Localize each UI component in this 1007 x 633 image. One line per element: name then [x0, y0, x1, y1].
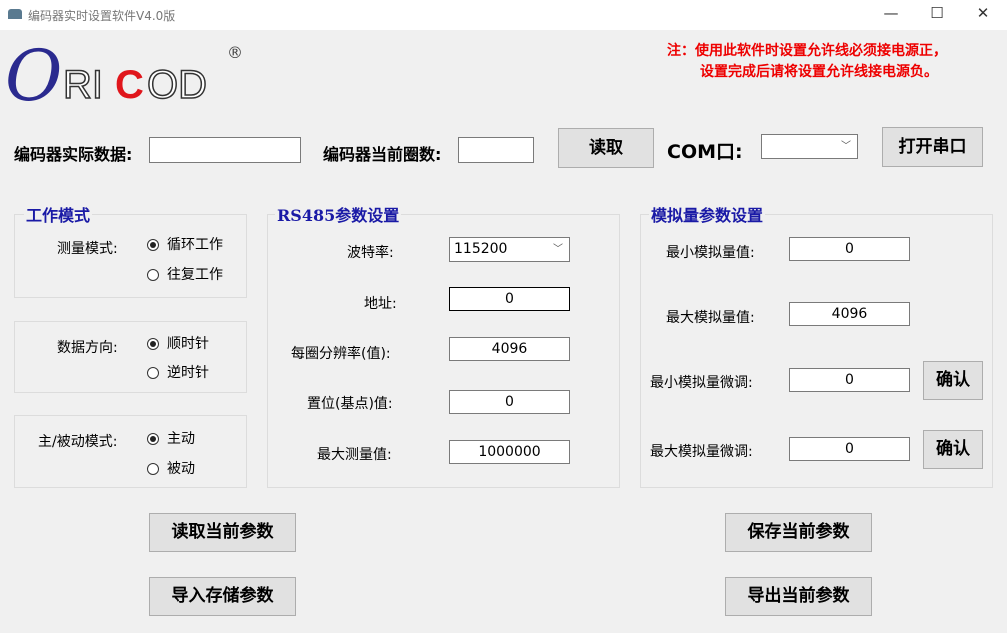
address-input[interactable]: 0 [449, 287, 570, 311]
max-measure-input[interactable]: 1000000 [449, 440, 570, 464]
svg-text:O: O [5, 38, 62, 108]
confirm-max-trim-button[interactable]: 确认 [923, 430, 983, 469]
min-trim-label: 最小模拟量微调: [650, 375, 753, 391]
close-button[interactable]: ✕ [960, 4, 1006, 26]
max-analog-input[interactable]: 4096 [789, 302, 910, 326]
app-icon [8, 9, 22, 19]
confirm-min-trim-button[interactable]: 确认 [923, 361, 983, 400]
rs485-title: RS485参数设置 [275, 202, 402, 226]
work-mode-title: 工作模式 [24, 202, 93, 226]
radio-clockwise[interactable]: 顺时针 [147, 333, 209, 353]
open-port-button[interactable]: 打开串口 [882, 127, 983, 167]
radio-icon [147, 463, 159, 475]
address-label: 地址: [364, 296, 397, 312]
min-analog-label: 最小模拟量值: [666, 245, 755, 261]
min-trim-input[interactable]: 0 [789, 368, 910, 392]
measure-mode-group [14, 214, 247, 298]
preset-input[interactable]: 0 [449, 390, 570, 414]
read-button[interactable]: 读取 [558, 128, 654, 168]
radio-label: 逆时针 [167, 365, 209, 381]
resolution-label: 每圈分辨率(值): [291, 346, 391, 362]
analog-title: 模拟量参数设置 [649, 202, 766, 226]
radio-icon [147, 269, 159, 281]
radio-label: 顺时针 [167, 336, 209, 352]
max-trim-label: 最大模拟量微调: [650, 444, 753, 460]
preset-label: 置位(基点)值: [307, 396, 393, 412]
read-params-button[interactable]: 读取当前参数 [149, 513, 296, 552]
radio-icon [147, 367, 159, 379]
radio-label: 被动 [167, 461, 195, 477]
actual-data-input[interactable] [149, 137, 301, 163]
radio-cyclic[interactable]: 循环工作 [147, 234, 223, 254]
window-title: 编码器实时设置软件V4.0版 [28, 9, 176, 23]
note-line-1: 注：使用此软件时设置允许线必须接电源正， [667, 43, 947, 59]
max-trim-input[interactable]: 0 [789, 437, 910, 461]
radio-label: 主动 [167, 431, 195, 447]
maximize-button[interactable]: ☐ [914, 4, 960, 26]
baud-label: 波特率: [347, 245, 394, 261]
svg-text:C: C [115, 63, 144, 107]
com-label: COM口: [667, 141, 743, 163]
baud-select[interactable]: 115200 ﹀ [449, 237, 570, 262]
min-analog-input[interactable]: 0 [789, 237, 910, 261]
radio-icon [147, 239, 159, 251]
com-port-select[interactable]: ﹀ [761, 134, 858, 159]
minimize-button[interactable]: — [868, 4, 914, 26]
radio-label: 循环工作 [167, 237, 223, 253]
max-measure-label: 最大测量值: [317, 447, 392, 463]
resolution-input[interactable]: 4096 [449, 337, 570, 361]
radio-label: 往复工作 [167, 267, 223, 283]
svg-text:OD: OD [147, 63, 207, 107]
turns-input[interactable] [458, 137, 534, 163]
title-bar: 编码器实时设置软件V4.0版 — ☐ ✕ [0, 0, 1007, 30]
note-line-2: 设置完成后请将设置允许线接电源负。 [700, 64, 938, 80]
max-analog-label: 最大模拟量值: [666, 310, 755, 326]
radio-passive[interactable]: 被动 [147, 458, 195, 478]
chevron-down-icon: ﹀ [841, 141, 851, 152]
radio-counterclockwise[interactable]: 逆时针 [147, 362, 209, 382]
import-params-button[interactable]: 导入存储参数 [149, 577, 296, 616]
radio-icon [147, 338, 159, 350]
direction-group [14, 321, 247, 393]
actual-data-label: 编码器实际数据: [14, 145, 133, 164]
radio-reciprocating[interactable]: 往复工作 [147, 264, 223, 284]
master-mode-label: 主/被动模式: [38, 434, 118, 450]
svg-text:®: ® [227, 43, 243, 62]
radio-icon [147, 433, 159, 445]
logo: O RI C OD ® [5, 35, 250, 117]
save-params-button[interactable]: 保存当前参数 [725, 513, 872, 552]
radio-active[interactable]: 主动 [147, 428, 195, 448]
turns-label: 编码器当前圈数: [323, 145, 442, 164]
master-mode-group [14, 415, 247, 488]
chevron-down-icon: ﹀ [553, 244, 563, 255]
measure-mode-label: 测量模式: [57, 241, 118, 257]
baud-value: 115200 [454, 241, 508, 257]
direction-label: 数据方向: [57, 340, 118, 356]
svg-text:RI: RI [63, 63, 103, 107]
export-params-button[interactable]: 导出当前参数 [725, 577, 872, 616]
